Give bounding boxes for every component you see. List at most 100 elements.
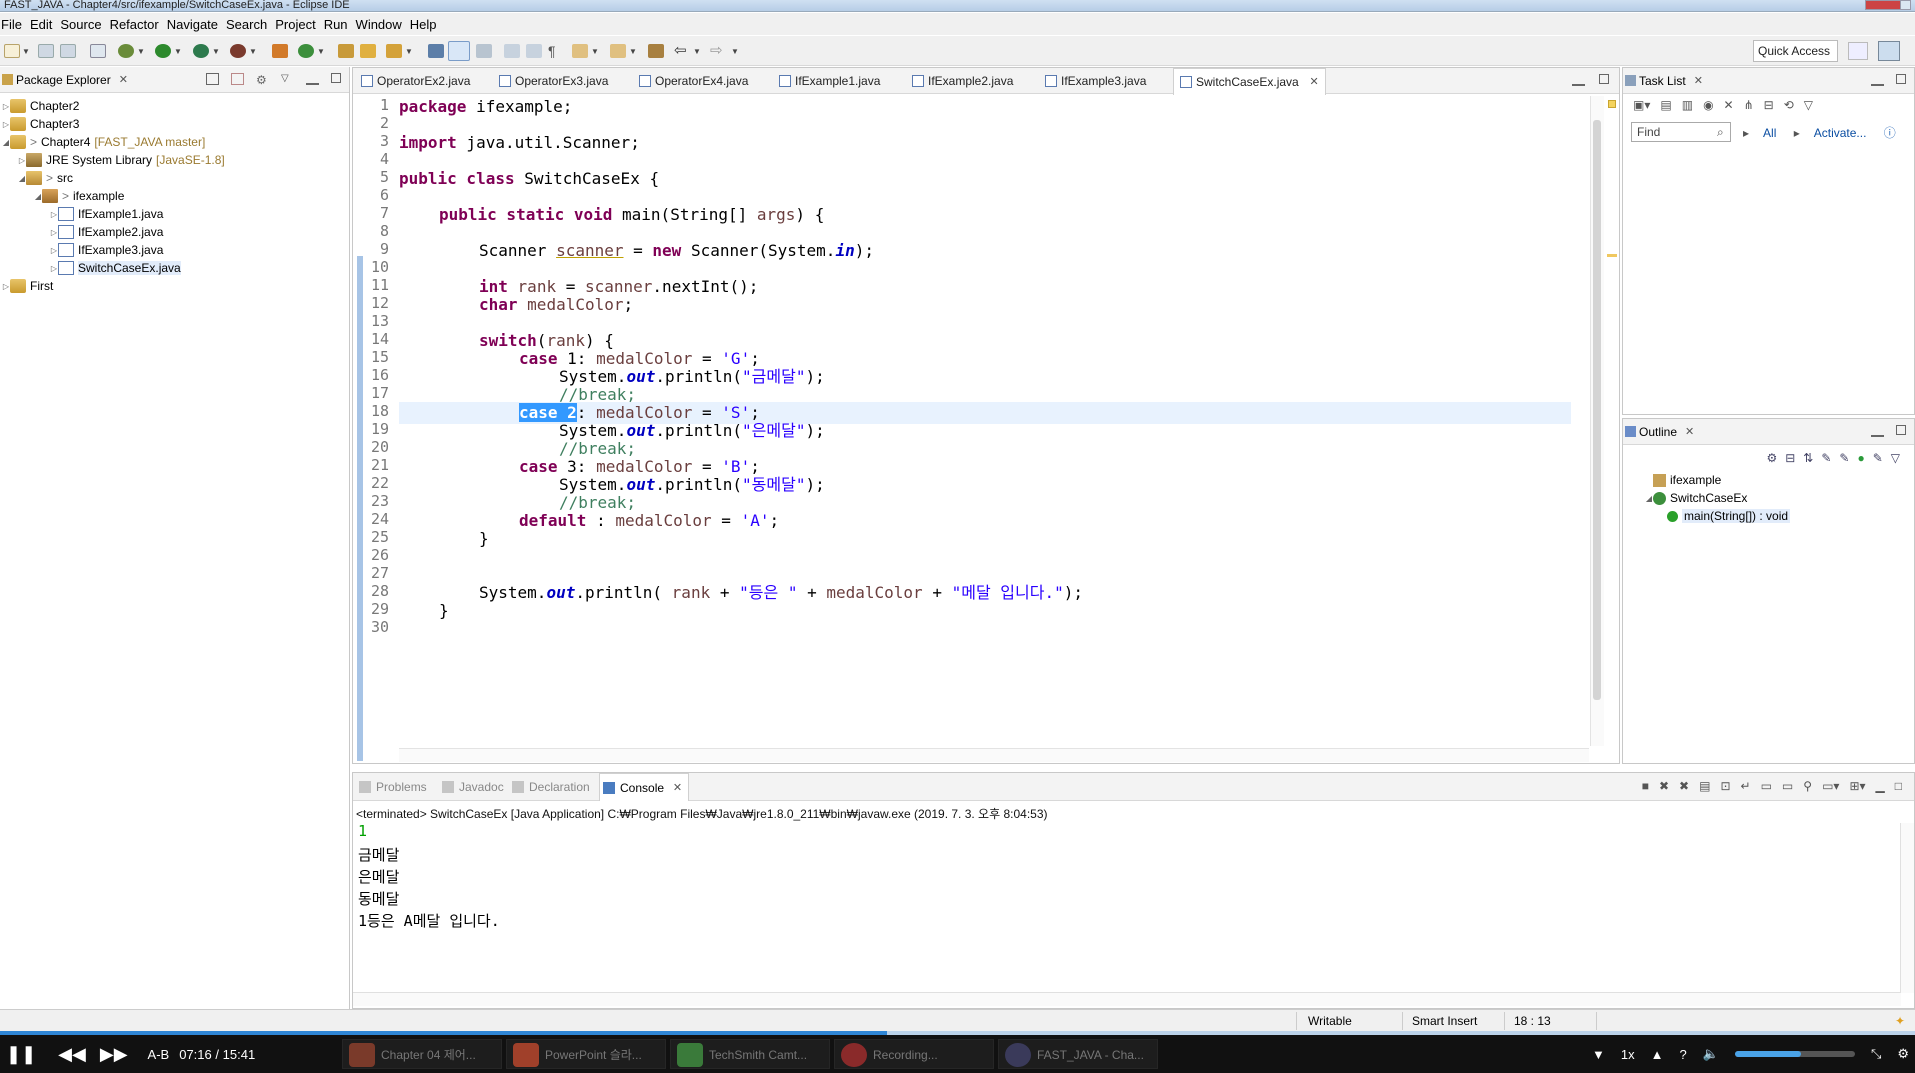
menu-project[interactable]: Project [275, 17, 323, 32]
expand-arrow-icon[interactable]: ▷ [2, 102, 10, 111]
open-type-icon[interactable] [338, 44, 354, 58]
word-wrap-icon[interactable]: ↵ [1741, 779, 1751, 793]
run-icon[interactable] [155, 44, 171, 58]
menu-refactor[interactable]: Refactor [110, 17, 167, 32]
collapse-all-icon[interactable]: ⊟ [1764, 98, 1774, 112]
chevron-down-icon[interactable]: ▼ [317, 47, 325, 56]
chevron-down-icon[interactable]: ▼ [22, 47, 30, 56]
show-whitespace-icon[interactable] [504, 44, 520, 58]
tree-node-ifexample[interactable]: ◢ > ifexample [0, 187, 349, 205]
chevron-down-icon[interactable]: ▼ [137, 47, 145, 56]
chevron-down-icon[interactable]: ▼ [591, 47, 599, 56]
tab-declaration[interactable]: Declaration [509, 780, 590, 794]
lightbulb-icon[interactable]: ✦ [1895, 1014, 1905, 1028]
rewind-icon[interactable]: ◀◀ [58, 1044, 86, 1065]
task-list-title[interactable]: Task List [1639, 74, 1686, 88]
tab-ifexample3[interactable]: IfExample3.java [1039, 68, 1146, 94]
code-area[interactable]: package ifexample; import java.util.Scan… [399, 96, 1571, 736]
console-horizontal-scrollbar[interactable] [353, 992, 1901, 1006]
tree-node-chapter2[interactable]: ▷ Chapter2 [0, 97, 349, 115]
hide-fields-icon[interactable]: ✎ [1821, 451, 1831, 465]
close-icon[interactable]: ✕ [119, 73, 128, 86]
volume-slider[interactable] [1734, 1051, 1855, 1057]
pin-console-icon[interactable]: ⚲ [1803, 779, 1812, 793]
minimize-view-icon[interactable] [1572, 74, 1585, 86]
java-perspective-icon[interactable] [1878, 41, 1900, 61]
outline-item-class[interactable]: ◢ SwitchCaseEx [1645, 489, 1790, 507]
filter-icon[interactable]: ▥ [1682, 98, 1693, 112]
focus-icon[interactable]: ⋔ [1744, 98, 1754, 112]
filter-icon[interactable]: ▼ [1592, 1047, 1605, 1062]
categorize-icon[interactable]: ▤ [1660, 98, 1671, 112]
open-perspective-icon[interactable] [1848, 42, 1868, 60]
toggle-annotation-icon[interactable] [428, 44, 444, 58]
taskbar-item[interactable]: TechSmith Camt... [670, 1039, 830, 1069]
filter-icon[interactable]: ⚙ [256, 73, 269, 87]
help-icon[interactable]: ⓘ [1884, 126, 1896, 140]
tree-node-chapter3[interactable]: ▷ Chapter3 [0, 115, 349, 133]
new-java-project-icon[interactable] [272, 44, 288, 58]
last-edit-icon[interactable] [648, 44, 664, 58]
volume-icon[interactable]: 🔈 [1703, 1046, 1719, 1062]
sort-icon[interactable]: ⇅ [1803, 451, 1813, 465]
warning-marker[interactable] [1607, 254, 1617, 257]
chevron-down-icon[interactable]: ▼ [174, 47, 182, 56]
activate-link[interactable]: Activate... [1814, 126, 1867, 140]
all-tasks-link[interactable]: All [1763, 126, 1776, 140]
collapse-all-icon[interactable]: ⊟ [1785, 451, 1795, 465]
chevron-down-icon[interactable]: ▼ [212, 47, 220, 56]
chevron-down-icon[interactable]: ▼ [629, 47, 637, 56]
next-annotation-icon[interactable] [572, 44, 588, 58]
chevron-down-icon[interactable]: ▼ [731, 47, 739, 56]
search-icon[interactable] [386, 44, 402, 58]
playback-speed[interactable]: 1x [1621, 1047, 1635, 1062]
save-icon[interactable] [38, 44, 54, 58]
sync-icon[interactable]: ⟲ [1784, 98, 1794, 112]
help-icon[interactable]: ? [1680, 1047, 1687, 1062]
hide-static-icon[interactable]: ✎ [1839, 451, 1849, 465]
find-input[interactable]: Find [1631, 122, 1731, 142]
hide-nonpublic-icon[interactable]: ● [1857, 451, 1864, 465]
menu-search[interactable]: Search [226, 17, 275, 32]
show-stderr-icon[interactable]: ▭ [1782, 779, 1793, 793]
collapse-arrow-icon[interactable]: ◢ [18, 174, 26, 183]
view-menu-icon[interactable]: ▽ [1891, 451, 1900, 465]
close-tab-icon[interactable]: ✕ [673, 774, 682, 802]
close-icon[interactable]: ✕ [1685, 425, 1694, 438]
collapse-arrow-icon[interactable]: ◢ [34, 192, 42, 201]
maximize-view-icon[interactable] [331, 73, 341, 83]
skip-breakpoints-icon[interactable] [90, 44, 106, 58]
hide-completed-icon[interactable]: ✕ [1724, 98, 1734, 112]
settings-gear-icon[interactable]: ⚙ [1897, 1046, 1909, 1062]
tree-node-src[interactable]: ◢ > src [0, 169, 349, 187]
maximize-view-icon[interactable] [1896, 74, 1906, 84]
taskbar-item[interactable]: PowerPoint 슬라... [506, 1039, 666, 1069]
external-tools-icon[interactable] [230, 44, 246, 58]
minimize-view-icon[interactable]: ▁ [1876, 779, 1885, 793]
scroll-lock-icon[interactable]: ⊡ [1720, 779, 1730, 793]
menu-navigate[interactable]: Navigate [167, 17, 226, 32]
expand-arrow-icon[interactable]: ▷ [2, 120, 10, 129]
previous-annotation-icon[interactable] [610, 44, 626, 58]
close-tab-icon[interactable]: ✕ [1310, 69, 1319, 95]
overview-ruler[interactable] [1605, 96, 1619, 746]
taskbar-item[interactable]: FAST_JAVA - Cha... [998, 1039, 1158, 1069]
menu-window[interactable]: Window [356, 17, 410, 32]
chevron-down-icon[interactable]: ▼ [693, 47, 701, 56]
view-menu-icon[interactable]: ▽ [281, 73, 294, 85]
close-window-button[interactable] [1865, 0, 1901, 10]
back-icon[interactable]: ⇦ [674, 43, 690, 58]
tree-node-ifexample3[interactable]: ▷ IfExample3.java [0, 241, 349, 259]
remove-launch-icon[interactable]: ✖ [1659, 779, 1669, 793]
new-task-icon[interactable]: ▣▾ [1633, 98, 1650, 112]
clear-console-icon[interactable]: ▤ [1699, 779, 1710, 793]
menu-run[interactable]: Run [324, 17, 356, 32]
tab-operatorex3[interactable]: OperatorEx3.java [493, 68, 608, 94]
pilcrow-icon[interactable]: ¶ [548, 44, 564, 58]
coverage-icon[interactable] [193, 44, 209, 58]
open-task-icon[interactable] [360, 44, 376, 58]
collapse-arrow-icon[interactable]: ◢ [2, 138, 10, 147]
open-console-icon[interactable]: ⊞▾ [1849, 779, 1865, 793]
editor-vertical-scrollbar[interactable] [1590, 96, 1604, 746]
view-menu-icon[interactable]: ▽ [1804, 98, 1813, 112]
